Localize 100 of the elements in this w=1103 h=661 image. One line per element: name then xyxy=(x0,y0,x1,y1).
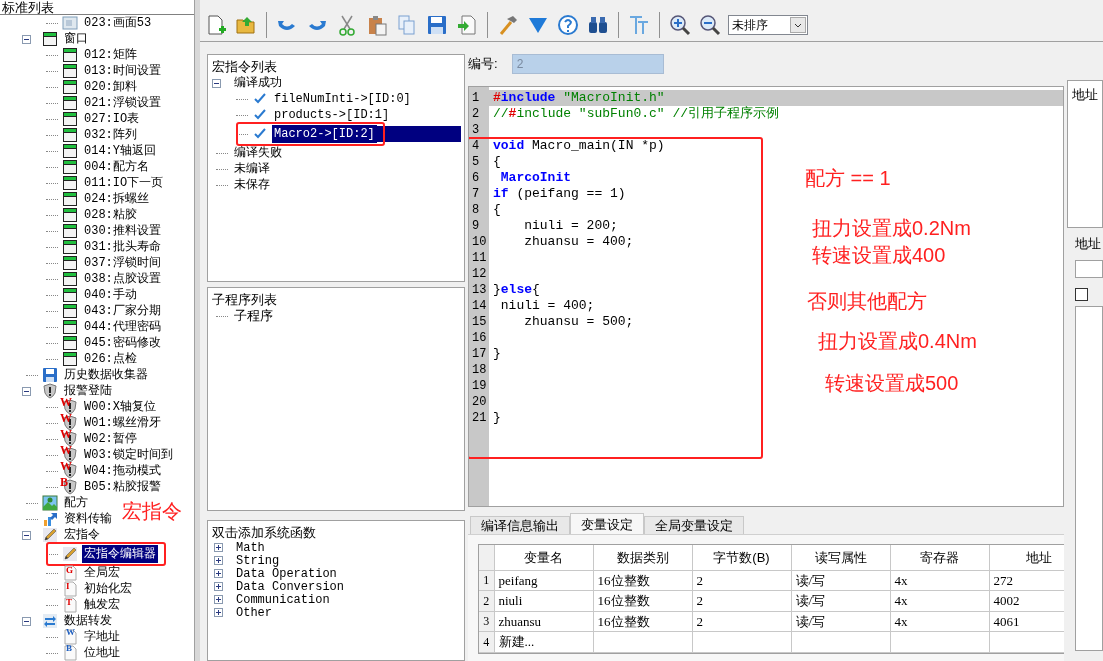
tree-item[interactable]: 数据转发 xyxy=(62,612,114,630)
tree-item[interactable]: 044:代理密码 xyxy=(82,318,163,336)
line-number: 20 xyxy=(471,394,488,411)
code-line: zhuansu = 500; xyxy=(523,313,634,332)
line-number: 10 xyxy=(471,234,488,251)
table-cell: 2 xyxy=(692,611,791,632)
field-label: 编号: xyxy=(468,55,498,74)
tab[interactable]: 全局变量设定 xyxy=(644,516,744,534)
code-line: void Macro_main(IN *p) xyxy=(493,137,665,156)
line-number: 16 xyxy=(471,330,488,347)
panel-title: 子程序列表 xyxy=(211,291,278,308)
line-number: 4 xyxy=(471,138,481,155)
tab[interactable]: 编译信息输出 xyxy=(470,516,570,534)
table-cell: 读/写 xyxy=(791,590,890,611)
tree-item[interactable]: 初始化宏 xyxy=(82,580,134,598)
tree-item[interactable]: 历史数据收集器 xyxy=(62,366,150,384)
line-number: 12 xyxy=(471,266,488,283)
sort-dropdown[interactable]: 未排序 xyxy=(728,14,808,35)
line-number: 8 xyxy=(471,202,481,219)
tree-item[interactable]: 编译成功 xyxy=(232,74,284,92)
tree-item[interactable]: Other xyxy=(234,603,274,622)
annotation-text: 扭力设置成0.2Nm xyxy=(812,216,971,240)
line-number: 17 xyxy=(471,346,488,363)
tree-item[interactable]: 026:点检 xyxy=(82,350,139,368)
annotation-text: 转速设置成400 xyxy=(812,243,946,267)
tree-item[interactable]: B05:粘胶报警 xyxy=(82,478,163,496)
tree-item[interactable]: 045:密码修改 xyxy=(82,334,163,352)
tree-item[interactable]: fileNumInti->[ID:0] xyxy=(272,90,413,108)
tree-item[interactable]: 037:浮锁时间 xyxy=(82,254,163,272)
table-cell: niuli xyxy=(494,590,593,611)
line-number: 18 xyxy=(471,362,488,379)
tree-item[interactable]: 027:IO表 xyxy=(82,110,142,128)
icon-letter: W xyxy=(60,460,72,472)
code-line: } xyxy=(493,409,501,428)
tree-item[interactable]: 字地址 xyxy=(82,628,122,646)
tree-item[interactable]: 窗口 xyxy=(62,30,90,48)
line-number: 1 xyxy=(471,90,481,107)
icon-letter: G xyxy=(66,566,73,575)
tree-item[interactable]: 020:卸料 xyxy=(82,78,139,96)
tree-item[interactable]: W02:暂停 xyxy=(82,430,139,448)
table-cell: 读/写 xyxy=(791,611,890,632)
icon-letter: W xyxy=(60,412,72,424)
tree-item[interactable]: W03:锁定时间到 xyxy=(82,446,175,464)
tree-item[interactable]: 编译失败 xyxy=(232,144,284,162)
line-number: 19 xyxy=(471,378,488,395)
column-header: 数据类别 xyxy=(593,545,692,570)
tree-item[interactable]: 宏指令编辑器 xyxy=(82,545,158,563)
tree-item[interactable]: 028:粘胶 xyxy=(82,206,139,224)
tree-item[interactable]: 014:Y轴返回 xyxy=(82,142,158,160)
row-number: 1 xyxy=(479,570,494,591)
tree-item[interactable]: 038:点胶设置 xyxy=(82,270,163,288)
annotation-text: 转速设置成500 xyxy=(825,371,959,395)
tree-item[interactable]: 004:配方名 xyxy=(82,158,151,176)
tree-item[interactable]: 023:画面53 xyxy=(82,15,154,32)
tree-item[interactable]: 宏指令 xyxy=(62,526,102,544)
tree-item[interactable]: 配方 xyxy=(62,494,90,512)
tree-item[interactable]: 未编译 xyxy=(232,160,272,178)
table-cell: 16位整数 xyxy=(593,590,692,611)
tree-item[interactable]: W01:螺丝滑牙 xyxy=(82,414,163,432)
line-number: 15 xyxy=(471,314,488,331)
code-line: MarcoInit xyxy=(499,169,571,188)
tree-item[interactable]: 032:阵列 xyxy=(82,126,139,144)
code-line: }else{ xyxy=(493,281,540,300)
tree-item[interactable]: 031:批头寿命 xyxy=(82,238,163,256)
tree-item[interactable]: 触发宏 xyxy=(82,596,122,614)
column-header: 变量名 xyxy=(494,545,593,570)
icon-letter: W xyxy=(60,428,72,440)
tree-item[interactable]: Macro2->[ID:2] xyxy=(272,125,377,143)
table-cell: 2 xyxy=(692,590,791,611)
tab[interactable]: 变量设定 xyxy=(570,513,644,534)
tree-item[interactable]: 012:矩阵 xyxy=(82,46,139,64)
tree-item[interactable]: 子程序 xyxy=(232,306,275,326)
table-cell: 16位整数 xyxy=(593,570,692,591)
tree-item[interactable]: 位地址 xyxy=(82,644,122,661)
tree-item[interactable]: W04:拖动模式 xyxy=(82,462,163,480)
code-line: { xyxy=(493,201,501,220)
column-header: 寄存器 xyxy=(890,545,989,570)
icon-letter: W xyxy=(60,444,72,456)
column-header: 字节数(B) xyxy=(692,545,791,570)
icon-letter: W xyxy=(60,396,72,408)
line-number: 5 xyxy=(471,154,481,171)
code-line: { xyxy=(493,153,501,172)
tree-item[interactable]: 013:时间设置 xyxy=(82,62,163,80)
code-line: } xyxy=(493,345,501,364)
tree-item[interactable]: products->[ID:1] xyxy=(272,106,392,124)
table-cell: 新建... xyxy=(494,631,593,652)
tree-item[interactable]: 043:厂家分期 xyxy=(82,302,163,320)
tree-item[interactable]: 030:推料设置 xyxy=(82,222,163,240)
tree-item[interactable]: 011:IO下一页 xyxy=(82,174,166,192)
annotation-text: 扭力设置成0.4Nm xyxy=(818,329,977,353)
line-number: 6 xyxy=(471,170,481,187)
tree-item[interactable]: 021:浮锁设置 xyxy=(82,94,163,112)
tree-item[interactable]: 资料传输 xyxy=(62,510,114,528)
tree-item[interactable]: 040:手动 xyxy=(82,286,139,304)
line-number: 9 xyxy=(471,218,481,235)
tree-item[interactable]: 未保存 xyxy=(232,176,272,194)
tree-item[interactable]: 024:拆螺丝 xyxy=(82,190,151,208)
line-number: 2 xyxy=(471,106,481,123)
tree-item[interactable]: W00:X轴复位 xyxy=(82,398,158,416)
tree-item[interactable]: 全局宏 xyxy=(82,564,122,582)
